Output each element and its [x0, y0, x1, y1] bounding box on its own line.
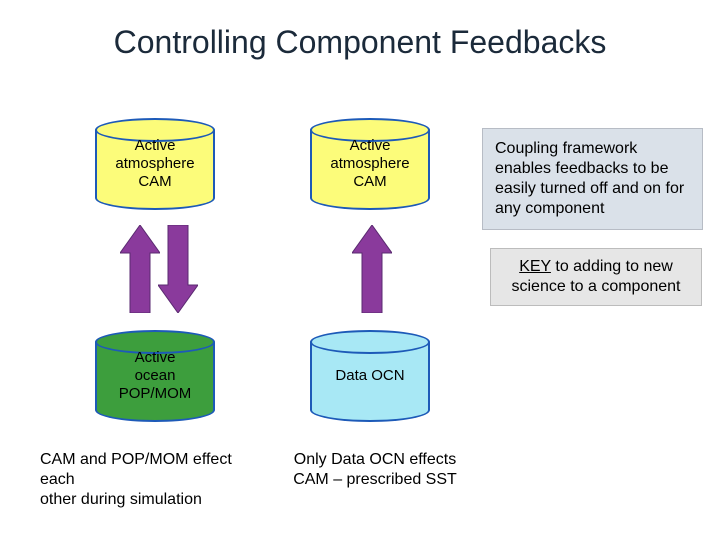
caption-right: Only Data OCN effects CAM – prescribed S… — [280, 450, 470, 490]
coupling-description-box: Coupling framework enables feedbacks to … — [482, 128, 703, 230]
cylinder-label: Active ocean POP/MOM — [89, 349, 221, 403]
cylinder-label: Active atmosphere CAM — [89, 137, 221, 191]
arrow-up-icon — [352, 225, 392, 313]
key-prefix: KEY — [519, 258, 551, 275]
cylinder-active-atmosphere-left: Active atmosphere CAM — [95, 118, 215, 210]
coupling-description-text: Coupling framework enables feedbacks to … — [495, 140, 684, 217]
arrow-down-icon — [158, 225, 198, 313]
caption-left: CAM and POP/MOM effect each other during… — [40, 450, 270, 510]
cylinder-active-atmosphere-right: Active atmosphere CAM — [310, 118, 430, 210]
cylinder-active-ocean: Active ocean POP/MOM — [95, 330, 215, 422]
cylinder-label: Active atmosphere CAM — [304, 137, 436, 191]
cylinder-data-ocean: Data OCN — [310, 330, 430, 422]
page-title: Controlling Component Feedbacks — [0, 24, 720, 61]
key-box: KEY to adding to new science to a compon… — [490, 248, 702, 306]
cylinder-label: Data OCN — [304, 367, 436, 385]
arrow-up-icon — [120, 225, 160, 313]
